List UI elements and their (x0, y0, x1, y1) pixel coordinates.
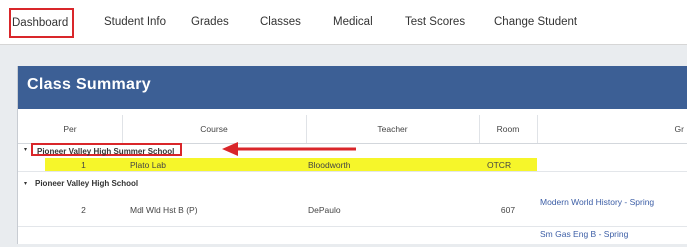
col-teacher[interactable]: Teacher (306, 115, 480, 143)
table-row[interactable]: 2 Mdl Wld Hst B (P) DePaulo 607 Modern W… (18, 193, 687, 227)
cell-teacher: Bloodworth (306, 158, 479, 171)
collapse-triangle-icon[interactable]: ▾ (24, 177, 27, 191)
group-row-regular[interactable]: ▾ Pioneer Valley High School (18, 177, 687, 191)
panel-title: Class Summary (27, 76, 151, 93)
cell-grade-link[interactable]: Sm Gas Eng B - Spring (540, 227, 687, 247)
cell-per: 1 (45, 158, 122, 171)
cell-grade-link[interactable]: Modern World History - Spring (540, 193, 687, 226)
cell-course: Mdl Wld Hst B (P) (130, 204, 198, 215)
col-grade[interactable]: Gr (537, 115, 687, 143)
nav-grades[interactable]: Grades (191, 13, 229, 31)
nav-test-scores[interactable]: Test Scores (405, 13, 465, 31)
col-per[interactable]: Per (18, 115, 123, 143)
cell-room: OTCR (479, 158, 537, 171)
table-row[interactable]: 1 Plato Lab Bloodworth OTCR (18, 158, 687, 172)
panel-header: Class Summary (18, 66, 687, 109)
cell-teacher: DePaulo (308, 204, 341, 215)
cell-per: 2 (81, 204, 86, 215)
nav-classes[interactable]: Classes (260, 13, 301, 31)
group-label: Pioneer Valley High Summer School (31, 143, 183, 156)
table-row[interactable]: Sm Gas Eng B - Spring (18, 227, 687, 247)
cell-course: Plato Lab (122, 158, 306, 171)
group-label: Pioneer Valley High School (35, 179, 139, 188)
group-row-summer[interactable]: ▾ Pioneer Valley High Summer School (18, 143, 687, 157)
col-room[interactable]: Room (479, 115, 538, 143)
table-header: Per Course Teacher Room Gr (18, 115, 687, 144)
nav-dashboard[interactable]: Dashboard (9, 8, 75, 38)
nav-change-student[interactable]: Change Student (494, 13, 577, 31)
cell-room: 607 (500, 204, 516, 215)
col-course[interactable]: Course (122, 115, 307, 143)
nav-student-info[interactable]: Student Info (104, 13, 166, 31)
class-summary-panel: Class Summary Per Course Teacher Room Gr… (17, 66, 687, 244)
nav-medical[interactable]: Medical (333, 13, 373, 31)
collapse-triangle-icon[interactable]: ▾ (24, 143, 27, 157)
top-nav: Dashboard Student Info Grades Classes Me… (0, 0, 687, 45)
